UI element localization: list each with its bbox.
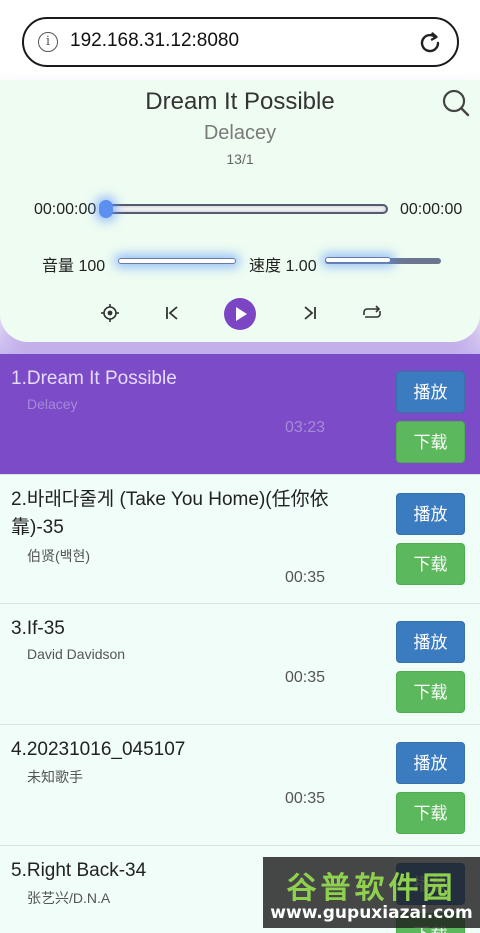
song-title: 2.바래다줄게 (Take You Home)(任你依靠)-35 [11,489,329,538]
song-row[interactable]: 1.Dream It Possible Delacey 03:23 播放 下载 [0,354,480,475]
url-text[interactable]: 192.168.31.12:8080 [70,30,239,52]
previous-icon[interactable] [158,299,186,327]
player-card: Dream It Possible Delacey 13/1 00:00:00 … [0,80,480,342]
reload-icon[interactable] [417,30,443,56]
volume-slider[interactable] [118,258,236,264]
browser-toolbar: i 192.168.31.12:8080 [0,0,480,80]
download-song-button[interactable]: 下载 [396,543,465,585]
watermark-url: www.gupuxiazai.com [270,903,473,923]
progress-thumb[interactable] [99,200,113,218]
song-title: 4.20231016_045107 [11,739,186,760]
play-song-button[interactable]: 播放 [396,742,465,784]
play-song-button[interactable]: 播放 [396,621,465,663]
watermark: 谷普软件园 www.gupuxiazai.com [263,857,480,928]
next-icon[interactable] [296,299,324,327]
now-playing-artist: Delacey [203,122,277,144]
song-duration: 03:23 [285,419,326,436]
song-row[interactable]: 4.20231016_045107 未知歌手 00:35 播放 下载 [0,725,480,846]
play-button[interactable] [224,298,256,330]
now-playing-title: Dream It Possible [145,88,335,115]
song-artist: David Davidson [27,646,126,662]
total-time: 00:00:00 [400,201,463,218]
address-bar[interactable]: i 192.168.31.12:8080 [22,17,459,67]
current-time: 00:00:00 [34,201,97,218]
download-song-button[interactable]: 下载 [396,792,465,834]
song-row[interactable]: 3.If-35 David Davidson 00:35 播放 下载 [0,604,480,725]
song-artist: 张艺兴/D.N.A [27,890,111,906]
volume-label: 音量 100 [42,258,106,275]
song-artist: 伯贤(백현) [27,548,91,564]
song-artist: Delacey [27,396,78,412]
track-counter: 13/1 [226,151,254,167]
play-icon [236,307,247,321]
song-artist: 未知歌手 [27,769,83,785]
download-song-button[interactable]: 下载 [396,671,465,713]
song-duration: 00:35 [285,669,326,686]
info-icon[interactable]: i [38,32,58,52]
speed-label: 速度 1.00 [249,258,317,275]
song-duration: 00:35 [285,569,326,586]
song-title: 1.Dream It Possible [11,368,177,389]
download-song-button[interactable]: 下载 [396,421,465,463]
watermark-title: 谷普软件园 [286,871,457,906]
progress-slider[interactable] [99,200,388,218]
speed-slider-fill [325,257,391,263]
search-icon[interactable] [441,88,471,118]
play-song-button[interactable]: 播放 [396,371,465,413]
repeat-icon[interactable] [358,299,386,327]
speed-slider[interactable] [325,257,441,264]
play-song-button[interactable]: 播放 [396,493,465,535]
song-duration: 00:35 [285,790,326,807]
locate-icon[interactable] [96,299,124,327]
song-title: 3.If-35 [11,618,65,639]
song-row[interactable]: 2.바래다줄게 (Take You Home)(任你依靠)-35 伯贤(백현) … [0,475,480,604]
